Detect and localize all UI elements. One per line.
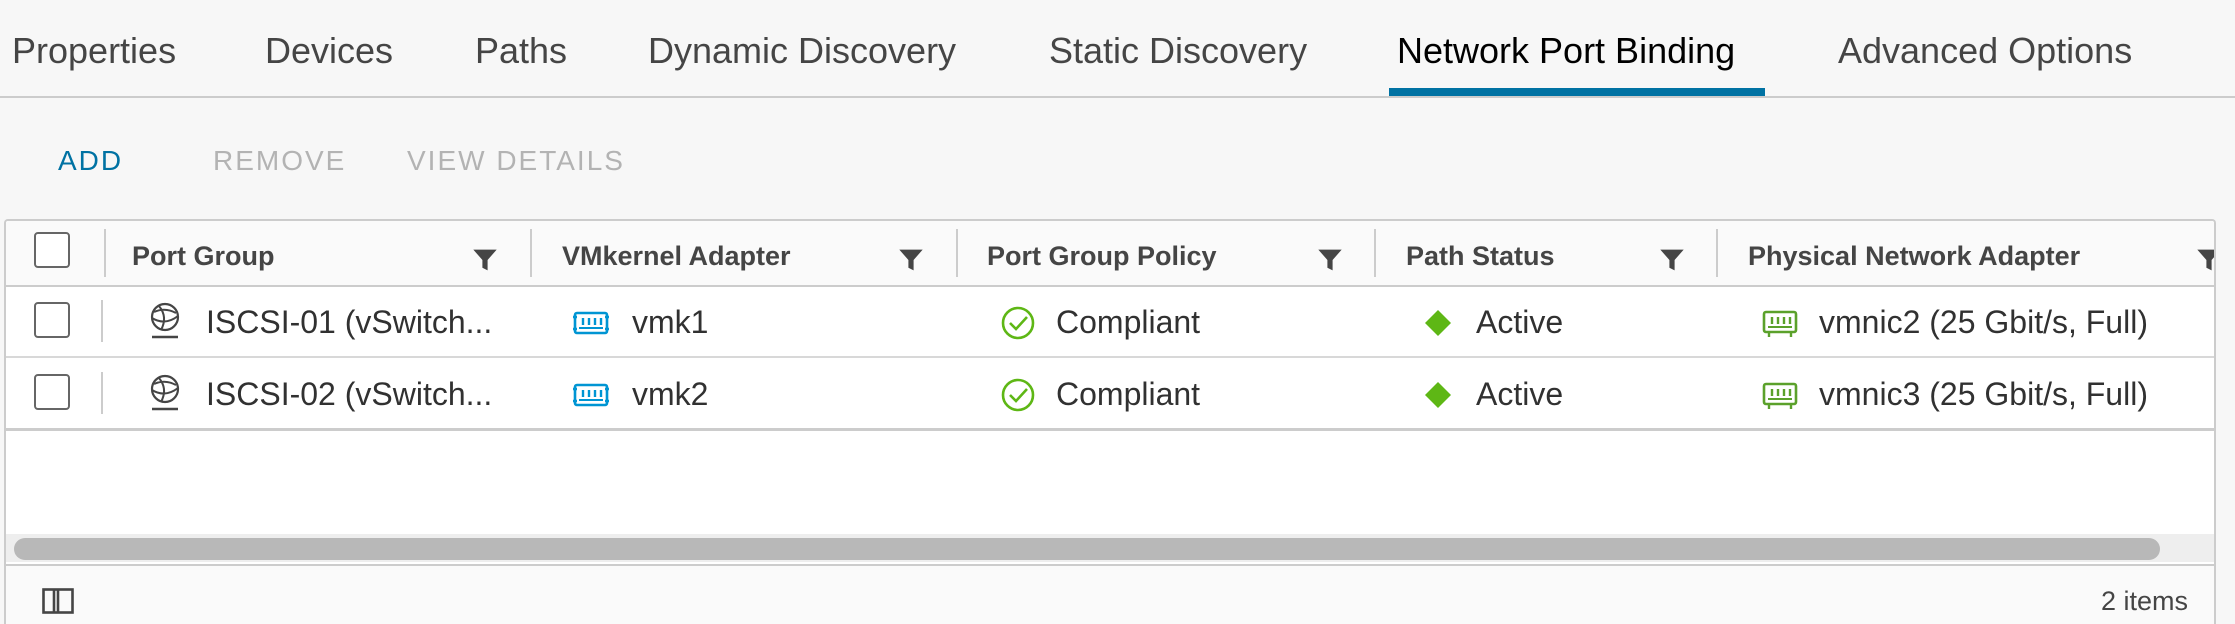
port-group-icon <box>150 374 180 411</box>
column-header-vmkernel-adapter[interactable]: VMkernel Adapter <box>562 241 791 272</box>
physical-nic-icon <box>1762 310 1798 337</box>
port-group-icon <box>150 302 180 339</box>
scrollbar-thumb[interactable] <box>14 538 2160 560</box>
tab-bar: Properties Devices Paths Dynamic Discove… <box>0 0 2235 98</box>
port-group-name: ISCSI-02 (vSwitch... <box>206 376 493 412</box>
vmkernel-adapter-name: vmk2 <box>632 376 709 412</box>
filter-icon[interactable] <box>1317 247 1343 273</box>
filter-icon[interactable] <box>898 247 924 273</box>
table-row[interactable]: ISCSI-01 (vSwitch... vmk1 Compliant Acti… <box>6 286 2214 358</box>
green-diamond-icon <box>1425 310 1451 336</box>
column-separator <box>956 229 958 277</box>
tab-advanced-options[interactable]: Advanced Options <box>1838 30 2132 72</box>
tab-network-port-binding[interactable]: Network Port Binding <box>1397 30 1735 72</box>
column-separator <box>101 300 103 342</box>
vmkernel-adapter-icon <box>573 311 609 335</box>
check-circle-icon <box>1001 378 1035 412</box>
tab-properties[interactable]: Properties <box>12 30 176 72</box>
vmkernel-adapter-name: vmk1 <box>632 304 709 340</box>
row-checkbox[interactable] <box>34 374 70 410</box>
path-status: Active <box>1476 304 1564 340</box>
green-diamond-icon <box>1425 382 1451 408</box>
tab-devices[interactable]: Devices <box>265 30 393 72</box>
tab-dynamic-discovery[interactable]: Dynamic Discovery <box>648 30 956 72</box>
filter-icon[interactable] <box>472 247 498 273</box>
vmkernel-adapter-icon <box>573 383 609 407</box>
column-toggle-icon[interactable] <box>42 588 74 614</box>
column-header-port-group-policy[interactable]: Port Group Policy <box>987 241 1217 272</box>
column-separator <box>104 229 106 277</box>
filter-icon[interactable] <box>2196 247 2216 273</box>
table-header: Port Group VMkernel Adapter Port Group P… <box>6 221 2214 287</box>
table-row[interactable]: ISCSI-02 (vSwitch... vmk2 Compliant Acti… <box>6 358 2214 431</box>
check-circle-icon <box>1001 306 1035 340</box>
policy-status: Compliant <box>1056 376 1201 412</box>
add-button[interactable]: ADD <box>58 145 123 177</box>
remove-button[interactable]: REMOVE <box>213 145 346 177</box>
column-separator <box>101 372 103 414</box>
active-tab-indicator <box>1389 88 1765 96</box>
table-footer: 2 items <box>6 564 2214 624</box>
tab-static-discovery[interactable]: Static Discovery <box>1049 30 1307 72</box>
column-header-port-group[interactable]: Port Group <box>132 241 275 272</box>
column-header-path-status[interactable]: Path Status <box>1406 241 1555 272</box>
policy-status: Compliant <box>1056 304 1201 340</box>
column-header-physical-network-adapter[interactable]: Physical Network Adapter <box>1748 241 2080 272</box>
port-binding-table: Port Group VMkernel Adapter Port Group P… <box>4 219 2216 624</box>
filter-icon[interactable] <box>1659 247 1685 273</box>
path-status: Active <box>1476 376 1564 412</box>
horizontal-scrollbar[interactable] <box>6 534 2214 562</box>
column-separator <box>1716 229 1718 277</box>
row-checkbox[interactable] <box>34 302 70 338</box>
tab-paths[interactable]: Paths <box>475 30 567 72</box>
item-count: 2 items <box>2100 586 2188 616</box>
port-group-name: ISCSI-01 (vSwitch... <box>206 304 493 340</box>
view-details-button[interactable]: VIEW DETAILS <box>407 145 625 177</box>
physical-adapter-name: vmnic3 (25 Gbit/s, Full) <box>1819 376 2148 412</box>
column-separator <box>1374 229 1376 277</box>
select-all-checkbox[interactable] <box>34 232 70 268</box>
physical-nic-icon <box>1762 382 1798 409</box>
column-separator <box>530 229 532 277</box>
physical-adapter-name: vmnic2 (25 Gbit/s, Full) <box>1819 304 2148 340</box>
